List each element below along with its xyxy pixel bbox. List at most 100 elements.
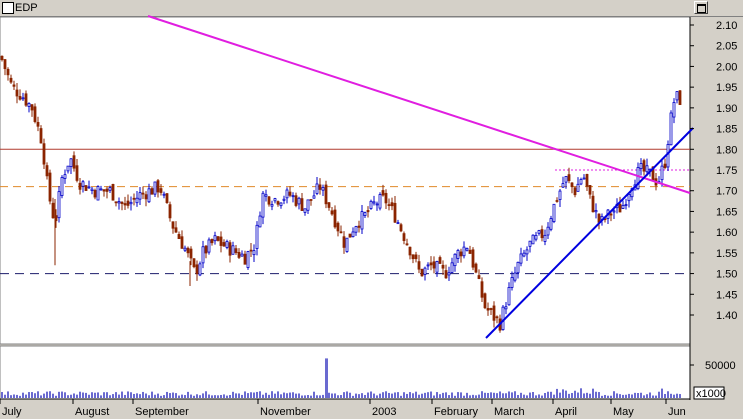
volume-bar bbox=[478, 394, 480, 398]
volume-spike-bar bbox=[325, 358, 328, 398]
volume-bar bbox=[244, 391, 246, 398]
candle-body bbox=[453, 253, 457, 267]
candle-body bbox=[432, 261, 436, 269]
candle-body bbox=[288, 191, 292, 196]
candle-body bbox=[585, 173, 589, 187]
volume-bar bbox=[619, 394, 621, 398]
y-tick-label: 1.50 bbox=[716, 269, 737, 281]
x-tick-label: July bbox=[2, 406, 22, 418]
candle-body bbox=[186, 247, 190, 254]
volume-bar bbox=[280, 394, 282, 398]
volume-bar bbox=[346, 391, 348, 398]
volume-bar bbox=[103, 392, 105, 398]
volume-bar bbox=[400, 395, 402, 398]
volume-bar bbox=[52, 393, 54, 398]
candle-body bbox=[360, 211, 364, 230]
candle-body bbox=[213, 235, 217, 242]
volume-bar bbox=[343, 392, 345, 398]
x-tick-label: March bbox=[494, 406, 525, 418]
candle-body bbox=[174, 227, 178, 233]
volume-bar bbox=[187, 391, 189, 398]
volume-bar bbox=[655, 395, 657, 398]
volume-bar bbox=[304, 395, 306, 398]
candle-body bbox=[258, 215, 262, 228]
candle-body bbox=[264, 194, 268, 197]
candle-body bbox=[48, 172, 52, 202]
candle-body bbox=[291, 195, 295, 198]
volume-bar bbox=[298, 393, 300, 398]
volume-bar bbox=[1, 391, 3, 398]
candle-body bbox=[573, 187, 577, 196]
candle-body bbox=[564, 176, 568, 183]
candle-body bbox=[327, 202, 331, 208]
volume-bar bbox=[10, 395, 12, 398]
candle-body bbox=[639, 163, 643, 170]
candle-body bbox=[495, 316, 499, 319]
candle-body bbox=[423, 267, 427, 275]
candle-body bbox=[459, 251, 463, 257]
candle-body bbox=[444, 270, 448, 279]
volume-bar bbox=[505, 393, 507, 398]
volume-bar bbox=[31, 392, 33, 398]
candle-body bbox=[471, 249, 475, 268]
candle-body bbox=[21, 97, 25, 100]
candle-body bbox=[366, 210, 370, 213]
candle-body bbox=[72, 155, 76, 169]
y-tick-label: 2.10 bbox=[716, 20, 737, 32]
candle-body bbox=[147, 188, 151, 203]
candle-body bbox=[330, 210, 334, 215]
volume-bar bbox=[601, 395, 603, 398]
volume-bar bbox=[340, 395, 342, 398]
candle-body bbox=[261, 192, 265, 218]
candle-body bbox=[105, 188, 109, 192]
candle-body bbox=[579, 179, 583, 185]
volume-bar bbox=[64, 392, 66, 398]
volume-bar bbox=[652, 395, 654, 398]
candle-body bbox=[96, 186, 100, 201]
volume-bar bbox=[529, 392, 531, 398]
volume-bar bbox=[430, 391, 432, 398]
volume-bar bbox=[295, 393, 297, 398]
volume-bar bbox=[7, 391, 9, 398]
candle-body bbox=[24, 93, 28, 106]
volume-bar bbox=[436, 392, 438, 398]
candle-body bbox=[39, 128, 43, 144]
candle-body bbox=[252, 250, 256, 256]
candle-body bbox=[99, 188, 103, 191]
candle-body bbox=[282, 198, 286, 201]
x-tick-label: Jun bbox=[668, 406, 686, 418]
candle-body bbox=[195, 264, 199, 275]
volume-bar bbox=[364, 394, 366, 398]
candle-body bbox=[351, 231, 355, 238]
price-chart: 2.10 2.05 2.00 1.95 1.90 1.85 1.80 1.75 1.70 1.65… bbox=[0, 15, 737, 418]
candle-body bbox=[132, 197, 136, 200]
volume-bar bbox=[613, 391, 615, 398]
volume-bar bbox=[256, 391, 258, 398]
candle-body bbox=[486, 308, 490, 311]
candle-body bbox=[240, 253, 244, 257]
volume-bar bbox=[337, 395, 339, 398]
y-tick-label: 1.70 bbox=[716, 186, 737, 198]
volume-bar bbox=[583, 393, 585, 398]
candle-body bbox=[324, 184, 328, 205]
volume-bar bbox=[409, 392, 411, 398]
volume-bar bbox=[226, 395, 228, 398]
volume-bar bbox=[232, 391, 234, 398]
candle-body bbox=[102, 189, 106, 192]
volume-bar bbox=[16, 394, 18, 398]
volume-bar bbox=[67, 395, 69, 398]
candle-body bbox=[66, 165, 70, 172]
volume-bar bbox=[310, 395, 312, 398]
volume-bar bbox=[190, 394, 192, 398]
volume-bar bbox=[451, 392, 453, 398]
candle-body bbox=[3, 59, 7, 70]
candle-body bbox=[519, 253, 523, 264]
volume-bar bbox=[460, 392, 462, 398]
volume-bar bbox=[523, 394, 525, 398]
candle-body bbox=[669, 112, 673, 146]
volume-bar bbox=[142, 391, 144, 398]
volume-bar bbox=[40, 395, 42, 398]
candle-body bbox=[663, 163, 667, 169]
candle-body bbox=[321, 187, 325, 191]
volume-bar bbox=[82, 392, 84, 398]
